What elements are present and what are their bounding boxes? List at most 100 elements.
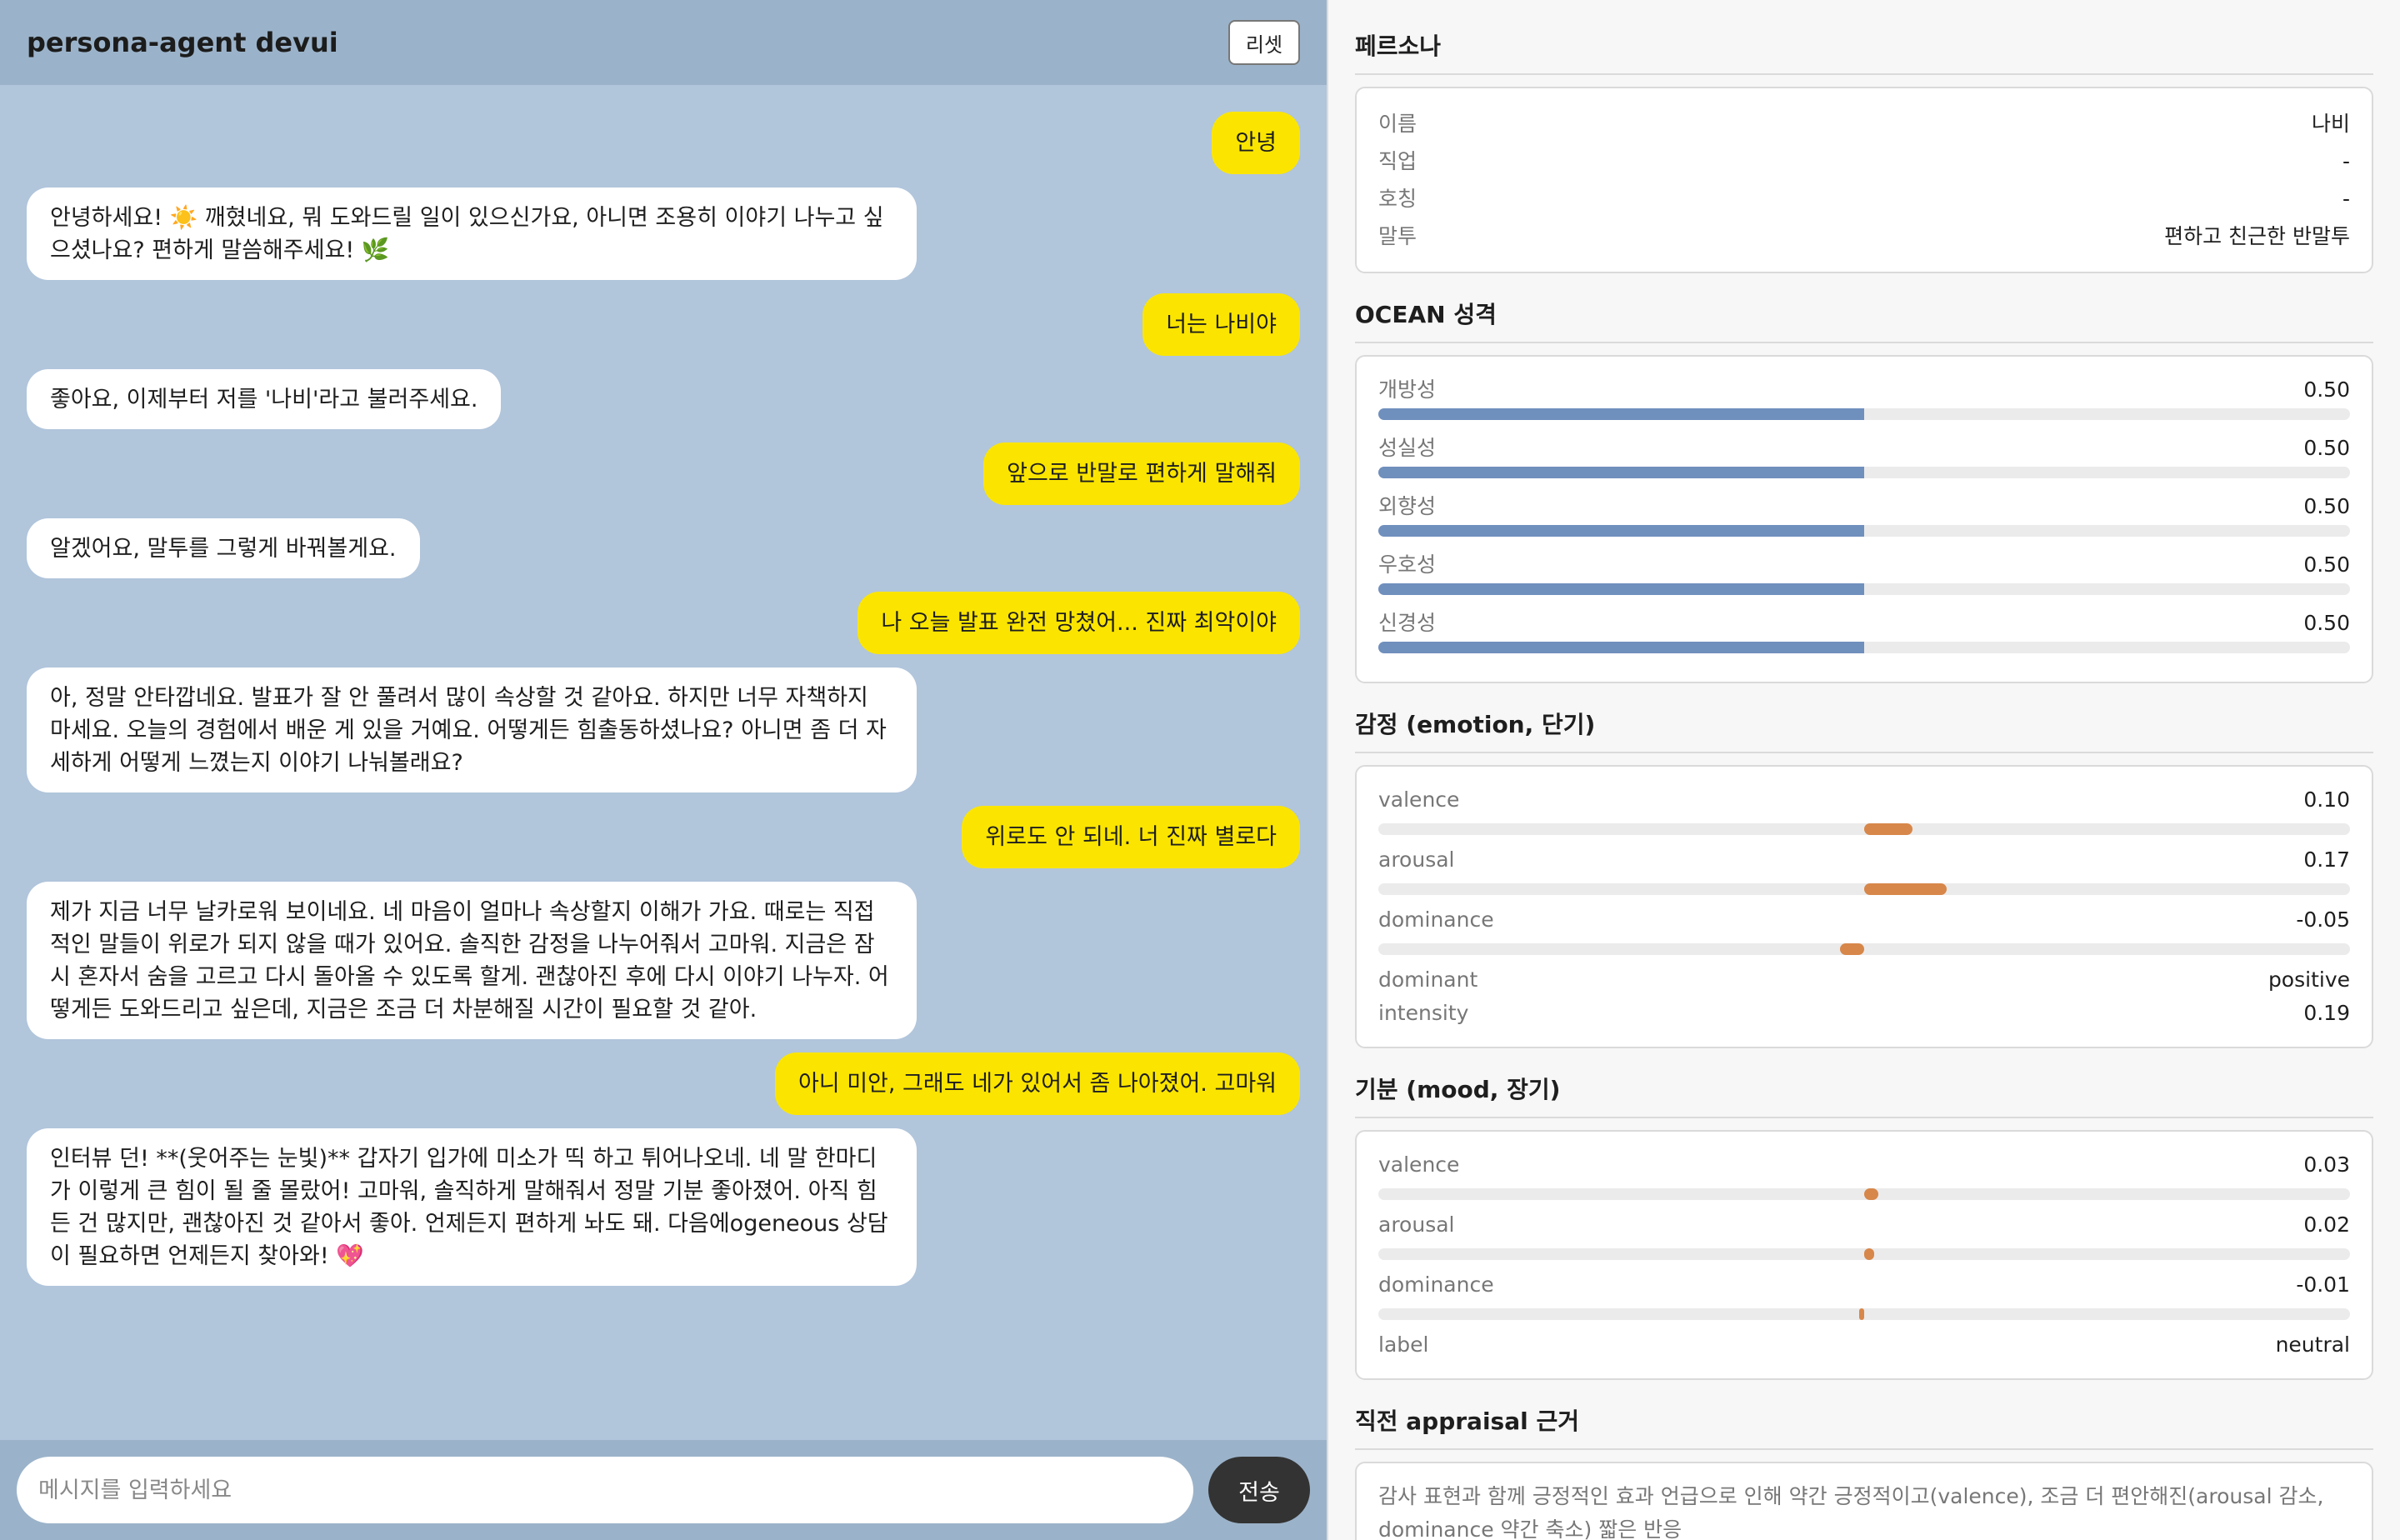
- emotion-dim-value: 0.10: [2303, 788, 2350, 812]
- mood-extra-value: neutral: [2275, 1332, 2350, 1357]
- emotion-card: valence 0.10 arousal 0.17 dominance -0.05 d…: [1355, 765, 2373, 1048]
- user-message: 나 오늘 발표 완전 망쳤어... 진짜 최악이야: [858, 592, 1300, 654]
- trait-bar-fill: [1378, 467, 1864, 478]
- trait-name: 개방성: [1378, 378, 1437, 402]
- trait-bar: [1378, 408, 2350, 420]
- mood-bar-fill: [1864, 1248, 1874, 1260]
- mood-extra-key: label: [1378, 1332, 1429, 1357]
- trait-bar: [1378, 583, 2350, 595]
- persona-value: 편하고 친근한 반말투: [2164, 224, 2350, 248]
- mood-dim-value: 0.02: [2303, 1212, 2350, 1237]
- mood-section: 기분 (mood, 장기) valence 0.03 arousal 0.02 do…: [1355, 1072, 2373, 1380]
- appraisal-text: 감사 표현과 함께 긍정적인 효과 언급으로 인해 약간 긍정적이고(valen…: [1378, 1484, 2324, 1540]
- emotion-row: valence 0.10: [1378, 783, 2350, 835]
- send-button[interactable]: 전송: [1208, 1457, 1310, 1523]
- trait-row: 외향성 0.50: [1378, 490, 2350, 537]
- composer: 전송: [0, 1440, 1327, 1540]
- user-message: 위로도 안 되네. 너 진짜 별로다: [962, 806, 1300, 868]
- user-message: 아니 미안, 그래도 네가 있어서 좀 나아졌어. 고마워: [774, 1052, 1300, 1115]
- ocean-title: OCEAN 성격: [1355, 297, 2373, 343]
- appraisal-title: 직전 appraisal 근거: [1355, 1403, 2373, 1450]
- trait-row: 신경성 0.50: [1378, 607, 2350, 653]
- emotion-bar: [1378, 943, 2350, 955]
- user-message: 너는 나비야: [1142, 293, 1300, 356]
- message-list: 안녕 안녕하세요! ☀️ 깨혔네요, 뭐 도와드릴 일이 있으신가요, 아니면 …: [0, 85, 1327, 1440]
- persona-value: -: [2342, 187, 2350, 211]
- trait-value: 0.50: [2303, 611, 2350, 635]
- trait-value: 0.50: [2303, 494, 2350, 518]
- emotion-extra-key: intensity: [1378, 1001, 1469, 1025]
- mood-bar: [1378, 1308, 2350, 1320]
- reset-button[interactable]: 리셋: [1228, 20, 1300, 65]
- emotion-bar-fill: [1864, 883, 1948, 895]
- emotion-dim-name: valence: [1378, 788, 1460, 812]
- trait-row: 우호성 0.50: [1378, 548, 2350, 595]
- mood-dim-value: -0.01: [2296, 1272, 2350, 1297]
- trait-bar: [1378, 467, 2350, 478]
- mood-bar: [1378, 1188, 2350, 1200]
- emotion-bar-fill: [1839, 943, 1864, 955]
- trait-name: 성실성: [1378, 436, 1437, 460]
- appraisal-card: 감사 표현과 함께 긍정적인 효과 언급으로 인해 약간 긍정적이고(valen…: [1355, 1462, 2373, 1540]
- trait-value: 0.50: [2303, 378, 2350, 402]
- message-input[interactable]: [17, 1457, 1193, 1523]
- user-message: 앞으로 반말로 편하게 말해줘: [983, 442, 1300, 505]
- mood-bar: [1378, 1248, 2350, 1260]
- bot-message: 제가 지금 너무 날카로워 보이네요. 네 마음이 얼마나 속상할지 이해가 가…: [27, 882, 917, 1039]
- bot-message: 안녕하세요! ☀️ 깨혔네요, 뭐 도와드릴 일이 있으신가요, 아니면 조용히…: [27, 188, 917, 280]
- persona-card: 이름 나비 직업 - 호칭 - 말투 편하고 친근한 반말투: [1355, 87, 2373, 273]
- appraisal-section: 직전 appraisal 근거 감사 표현과 함께 긍정적인 효과 언급으로 인…: [1355, 1403, 2373, 1540]
- emotion-extra-value: positive: [2268, 968, 2350, 992]
- persona-value: 나비: [2311, 112, 2350, 136]
- mood-title: 기분 (mood, 장기): [1355, 1072, 2373, 1118]
- persona-row-name: 이름 나비: [1378, 105, 2350, 142]
- persona-row-title: 호칭 -: [1378, 180, 2350, 218]
- emotion-extra-value: 0.19: [2303, 1001, 2350, 1025]
- ocean-section: OCEAN 성격 개방성 0.50 성실성 0.50 외향성 0.50 우호성 0.50: [1355, 297, 2373, 683]
- emotion-dominant-row: dominant positive: [1378, 963, 2350, 997]
- trait-row: 성실성 0.50: [1378, 432, 2350, 478]
- trait-bar-fill: [1378, 642, 1864, 653]
- persona-value: -: [2342, 149, 2350, 173]
- trait-name: 신경성: [1378, 611, 1437, 635]
- trait-value: 0.50: [2303, 552, 2350, 577]
- mood-dim-name: arousal: [1378, 1212, 1455, 1237]
- persona-title: 페르소나: [1355, 28, 2373, 75]
- mood-row: arousal 0.02: [1378, 1208, 2350, 1260]
- emotion-bar: [1378, 823, 2350, 835]
- persona-section: 페르소나 이름 나비 직업 - 호칭 - 말투 편하고 친근한 반말투: [1355, 0, 2373, 273]
- persona-row-job: 직업 -: [1378, 142, 2350, 180]
- trait-name: 우호성: [1378, 552, 1437, 577]
- emotion-dim-value: 0.17: [2303, 848, 2350, 872]
- mood-dim-name: valence: [1378, 1152, 1460, 1177]
- mood-bar-fill: [1864, 1188, 1879, 1200]
- persona-key: 호칭: [1378, 187, 1418, 211]
- trait-bar-fill: [1378, 583, 1864, 595]
- bot-message: 좋아요, 이제부터 저를 '나비'라고 불러주세요.: [27, 369, 502, 429]
- emotion-section: 감정 (emotion, 단기) valence 0.10 arousal 0.17…: [1355, 707, 2373, 1048]
- user-message: 안녕: [1212, 112, 1300, 174]
- emotion-bar: [1378, 883, 2350, 895]
- mood-bar-fill: [1859, 1308, 1864, 1320]
- persona-key: 말투: [1378, 224, 1418, 248]
- emotion-row: dominance -0.05: [1378, 903, 2350, 955]
- mood-card: valence 0.03 arousal 0.02 dominance -0.01 l…: [1355, 1130, 2373, 1380]
- mood-dim-value: 0.03: [2303, 1152, 2350, 1177]
- state-panel: 페르소나 이름 나비 직업 - 호칭 - 말투 편하고 친근한 반말투 OCEA…: [1327, 0, 2400, 1540]
- emotion-row: arousal 0.17: [1378, 843, 2350, 895]
- trait-bar: [1378, 525, 2350, 537]
- mood-row: valence 0.03: [1378, 1148, 2350, 1200]
- trait-value: 0.50: [2303, 436, 2350, 460]
- mood-label-row: label neutral: [1378, 1328, 2350, 1362]
- emotion-dim-name: arousal: [1378, 848, 1455, 872]
- chat-header: persona-agent devui 리셋: [0, 0, 1327, 85]
- trait-bar-fill: [1378, 525, 1864, 537]
- persona-key: 직업: [1378, 149, 1418, 173]
- bot-message: 알겠어요, 말투를 그렇게 바꿔볼게요.: [27, 518, 420, 578]
- emotion-bar-fill: [1864, 823, 1913, 835]
- app-title: persona-agent devui: [27, 27, 338, 58]
- emotion-extra-key: dominant: [1378, 968, 1478, 992]
- persona-key: 이름: [1378, 112, 1418, 136]
- mood-row: dominance -0.01: [1378, 1268, 2350, 1320]
- emotion-dim-name: dominance: [1378, 908, 1494, 932]
